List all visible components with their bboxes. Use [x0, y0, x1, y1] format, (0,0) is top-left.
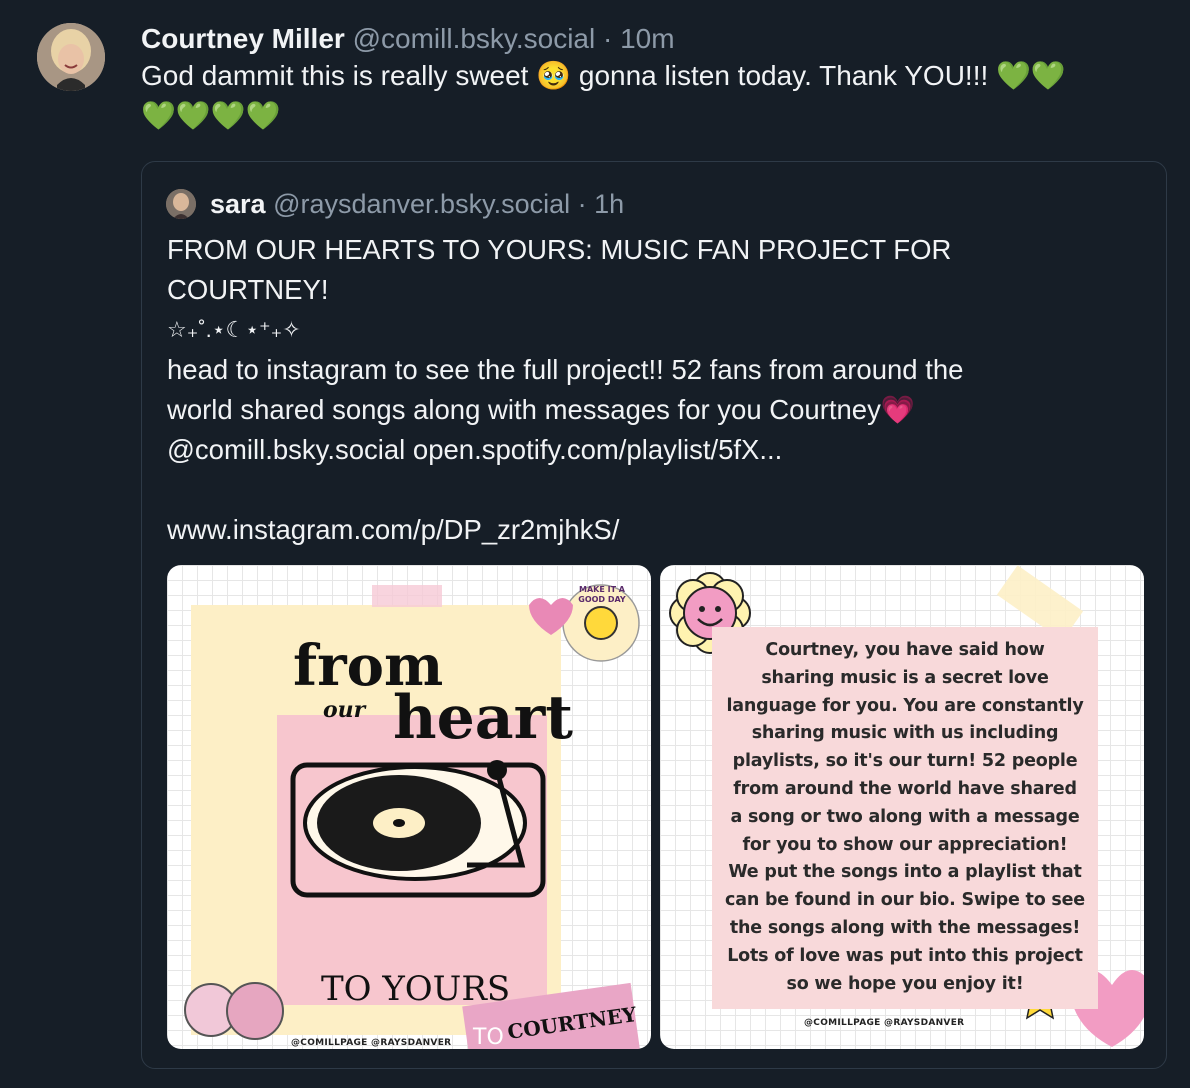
post: Courtney Miller @comill.bsky.social · 10… [141, 20, 1171, 136]
cover-credit: @COMILLPAGE @RAYSDANVER [291, 1038, 452, 1048]
message-line: can be found in our bio. Swipe to see [725, 890, 1085, 911]
quoted-text-line: @comill.bsky.social open.spotify.com/pla… [167, 434, 783, 465]
message-credit: @COMILLPAGE @RAYSDANVER [804, 1018, 965, 1028]
quoted-text-line: ☆₊˚.⋆☾⋆⁺₊✧ [167, 317, 301, 342]
project-cover-image[interactable]: from our heart TO YOURS MAKE IT A GOOD D… [167, 565, 651, 1049]
quoted-post-time[interactable]: 1h [594, 184, 624, 224]
cover-title-to-yours: TO YOURS [321, 969, 511, 1009]
quoted-text-line: head to instagram to see the full projec… [167, 354, 964, 385]
message-line: Courtney, you have said how [765, 640, 1045, 660]
quoted-author-avatar[interactable] [166, 189, 196, 219]
message-line: playlists, so it's our turn! 52 people [732, 751, 1078, 772]
cover-title-our: our [323, 697, 366, 723]
message-card-text: Courtney, you have said how sharing musi… [720, 637, 1090, 998]
message-line: for you to show our appreciation! [742, 834, 1068, 855]
quoted-text-line: FROM OUR HEARTS TO YOURS: MUSIC FAN PROJ… [167, 234, 952, 265]
quoted-author-name[interactable]: sara [210, 184, 266, 224]
quoted-post-text: FROM OUR HEARTS TO YOURS: MUSIC FAN PROJ… [167, 230, 1147, 550]
author-handle[interactable]: @comill.bsky.social [353, 23, 596, 54]
quoted-text-line [167, 470, 1147, 510]
quoted-author-avatar-photo [166, 189, 196, 219]
author-avatar[interactable] [37, 23, 105, 91]
message-line: so we hope you enjoy it! [786, 973, 1024, 994]
cover-title-heart: heart [393, 683, 573, 753]
instagram-link[interactable]: www.instagram.com/p/DP_zr2mjhkS/ [167, 510, 1147, 550]
message-line: sharing music is a secret love [761, 667, 1049, 688]
post-text-line: God dammit this is really sweet 🥹 gonna … [141, 60, 1066, 91]
post-text-line: 💚💚💚💚 [141, 100, 281, 131]
message-line: language for you. You are constantly [726, 695, 1084, 716]
author-avatar-photo [37, 23, 105, 91]
message-line: Lots of love was put into this project [727, 945, 1083, 966]
quoted-author-handle[interactable]: @raysdanver.bsky.social [273, 184, 570, 224]
project-message-image[interactable]: Courtney, you have said how sharing musi… [660, 565, 1144, 1049]
post-header: Courtney Miller @comill.bsky.social · 10… [141, 20, 1171, 58]
quoted-text-line: world shared songs along with messages f… [167, 394, 916, 425]
message-line: sharing music with us including [751, 723, 1059, 744]
message-line: We put the songs into a playlist that [728, 862, 1082, 883]
message-line: a song or two along with a message [730, 806, 1080, 827]
cover-banner-to: TO [473, 1025, 504, 1049]
quoted-post-header: sara @raysdanver.bsky.social · 1h [166, 184, 624, 224]
author-name[interactable]: Courtney Miller [141, 23, 345, 54]
header-separator: · [603, 23, 613, 54]
quoted-post[interactable]: sara @raysdanver.bsky.social · 1h FROM O… [141, 161, 1167, 1069]
message-line: from around the world have shared [733, 778, 1077, 799]
post-time[interactable]: 10m [620, 23, 674, 54]
message-line: the songs along with the messages! [729, 917, 1081, 938]
quoted-text-line: COURTNEY! [167, 274, 329, 305]
cover-sticker-text: MAKE IT A GOOD DAY [578, 585, 626, 604]
quoted-header-separator: · [577, 189, 587, 219]
post-text: God dammit this is really sweet 🥹 gonna … [141, 56, 1171, 136]
